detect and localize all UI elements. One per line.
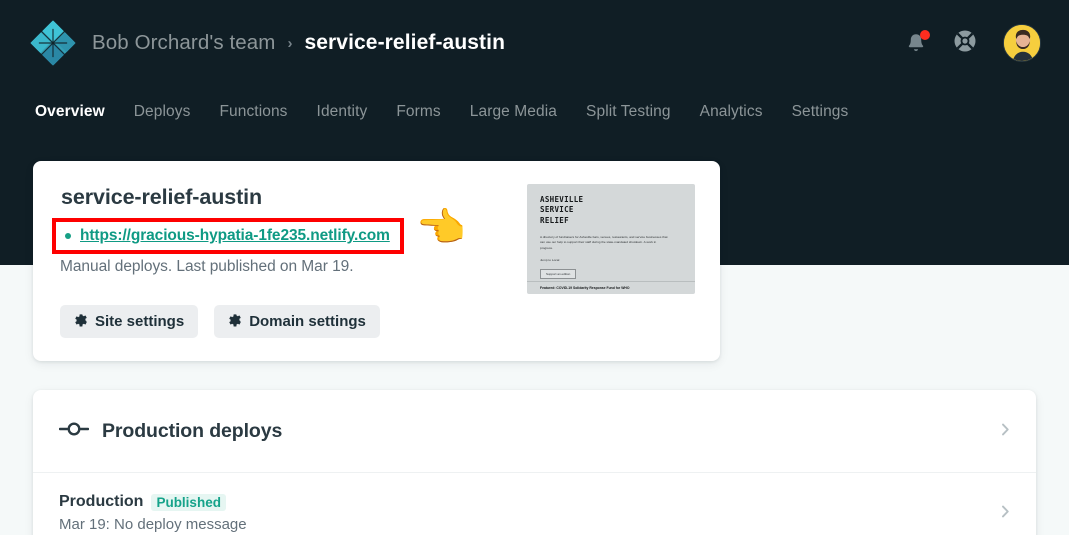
netlify-diamond-logo[interactable] bbox=[30, 20, 76, 66]
top-bar: Bob Orchard's team › service-relief-aust… bbox=[0, 0, 1069, 86]
status-badge: Published bbox=[151, 493, 226, 511]
site-settings-button-label: Site settings bbox=[95, 313, 185, 330]
deploy-environment: Production bbox=[59, 493, 144, 510]
tab-functions[interactable]: Functions bbox=[217, 103, 289, 129]
gear-icon bbox=[228, 313, 242, 331]
site-url-highlight-box: https://gracious-hypatia-1fe235.netlify.… bbox=[52, 218, 404, 254]
thumbnail-title-line-3: RELIEF bbox=[540, 215, 569, 225]
avatar[interactable] bbox=[1003, 24, 1041, 62]
git-commit-icon bbox=[58, 421, 90, 442]
thumbnail-divider bbox=[527, 280, 695, 281]
production-deploys-card: Production deploys Production Published … bbox=[33, 390, 1036, 535]
site-settings-button[interactable]: Site settings bbox=[60, 305, 199, 338]
breadcrumb-separator-icon: › bbox=[287, 34, 293, 52]
notification-badge-dot bbox=[920, 30, 930, 40]
breadcrumb-team[interactable]: Bob Orchard's team bbox=[92, 31, 275, 55]
thumbnail-paragraph: A directory of fundraisers for Asheville… bbox=[540, 235, 668, 250]
tab-split-testing[interactable]: Split Testing bbox=[584, 103, 673, 129]
chevron-right-icon[interactable] bbox=[1001, 423, 1010, 440]
site-status-dot-icon bbox=[65, 233, 71, 239]
production-deploys-header[interactable]: Production deploys bbox=[33, 390, 1036, 473]
thumbnail-title: ASHEVILLE SERVICE RELIEF bbox=[540, 195, 682, 226]
domain-settings-button-label: Domain settings bbox=[249, 313, 366, 330]
site-card-buttons: Site settings Domain settings bbox=[60, 305, 380, 338]
thumbnail-link: Jump to Local bbox=[540, 258, 560, 263]
tab-large-media[interactable]: Large Media bbox=[468, 103, 559, 129]
pointing-hand-annotation-icon: 👈 bbox=[416, 206, 466, 250]
tab-overview[interactable]: Overview bbox=[33, 103, 107, 129]
table-row[interactable]: Production Published Mar 19: No deploy m… bbox=[33, 473, 1036, 535]
tab-settings[interactable]: Settings bbox=[790, 103, 851, 129]
tab-analytics[interactable]: Analytics bbox=[698, 103, 765, 129]
domain-settings-button[interactable]: Domain settings bbox=[214, 305, 380, 338]
deploy-row-heading: Production Published bbox=[59, 493, 247, 511]
production-deploys-title: Production deploys bbox=[102, 419, 283, 442]
site-screenshot-thumbnail[interactable]: ASHEVILLE SERVICE RELIEF A directory of … bbox=[527, 184, 695, 294]
top-bar-actions bbox=[905, 24, 1041, 62]
thumbnail-button: Support an edition bbox=[540, 269, 577, 280]
help-button[interactable] bbox=[953, 29, 977, 58]
tab-deploys[interactable]: Deploys bbox=[132, 103, 193, 129]
lifebuoy-icon bbox=[954, 30, 976, 51]
tab-forms[interactable]: Forms bbox=[394, 103, 442, 129]
chevron-right-icon[interactable] bbox=[1001, 505, 1010, 522]
thumbnail-title-line-2: SERVICE bbox=[540, 205, 574, 215]
deploy-row-content: Production Published Mar 19: No deploy m… bbox=[59, 493, 247, 533]
breadcrumb-site[interactable]: service-relief-austin bbox=[304, 31, 505, 55]
main-nav-tabs: Overview Deploys Functions Identity Form… bbox=[33, 93, 850, 129]
thumbnail-title-line-1: ASHEVILLE bbox=[540, 195, 584, 204]
breadcrumb: Bob Orchard's team › service-relief-aust… bbox=[92, 31, 505, 55]
deploy-message: Mar 19: No deploy message bbox=[59, 516, 247, 533]
thumbnail-footer: Featured: COVID-19 Solidarity Response F… bbox=[540, 286, 630, 290]
gear-icon bbox=[74, 313, 88, 331]
tab-identity[interactable]: Identity bbox=[315, 103, 370, 129]
notifications-button[interactable] bbox=[905, 30, 930, 55]
site-url-link[interactable]: https://gracious-hypatia-1fe235.netlify.… bbox=[80, 227, 390, 245]
deploy-note: Manual deploys. Last published on Mar 19… bbox=[60, 258, 354, 275]
